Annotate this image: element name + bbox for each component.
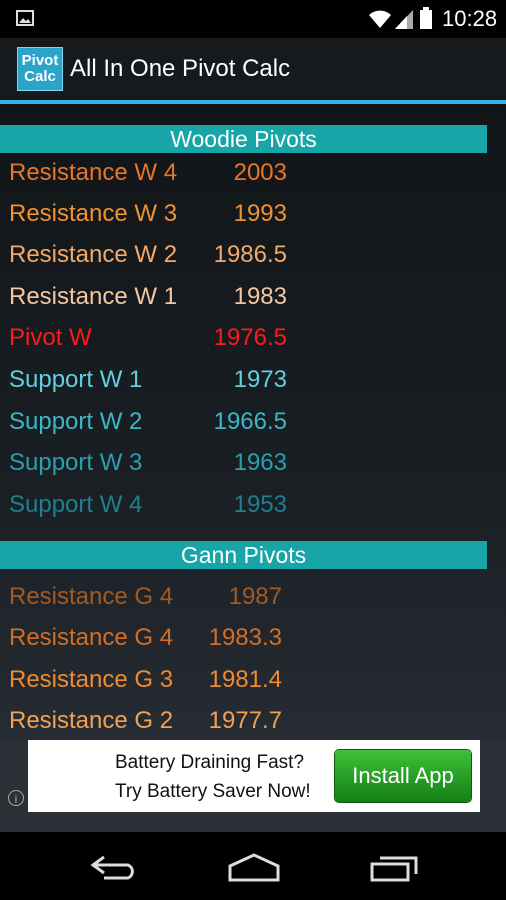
install-app-button[interactable]: Install App — [335, 750, 471, 802]
section-header-gann: Gann Pivots — [0, 541, 487, 569]
signal-icon — [395, 10, 413, 29]
row-label: Resistance G 4 — [9, 583, 174, 610]
list-item: Resistance G 4 1983.3 — [0, 624, 300, 664]
list-item: Resistance W 2 1986.5 — [0, 241, 300, 281]
ad-info-icon[interactable]: i — [8, 790, 24, 806]
pivot-list[interactable]: Woodie Pivots Resistance W 4 2003 Resist… — [0, 104, 506, 740]
list-item: Resistance G 4 1987 — [0, 583, 300, 623]
status-bar: 10:28 — [0, 0, 506, 38]
logo-line-2: Calc — [24, 68, 56, 85]
ad-banner: i Battery Draining Fast? Try Battery Sav… — [0, 740, 506, 832]
action-bar: Pivot Calc All In One Pivot Calc — [0, 38, 506, 104]
row-label: Resistance W 4 — [9, 159, 178, 186]
app-title: All In One Pivot Calc — [70, 55, 291, 82]
row-value: 1987 — [228, 583, 282, 610]
row-value: 1963 — [233, 449, 287, 476]
list-item: Support W 3 1963 — [0, 449, 300, 489]
list-item: Support W 1 1973 — [0, 366, 300, 406]
row-value: 1953 — [233, 491, 287, 518]
row-value: 1976.5 — [213, 324, 287, 351]
row-label: Resistance W 2 — [9, 241, 178, 268]
row-label: Resistance G 2 — [9, 707, 174, 734]
app-logo[interactable]: Pivot Calc — [17, 47, 63, 91]
row-value: 2003 — [233, 159, 287, 186]
list-item: Resistance G 2 1977.7 — [0, 707, 300, 740]
row-label: Resistance W 3 — [9, 200, 178, 227]
back-icon[interactable] — [90, 854, 138, 880]
list-item: Support W 2 1966.5 — [0, 408, 300, 448]
list-item: Resistance G 3 1981.4 — [0, 666, 300, 706]
list-item: Support W 4 1953 — [0, 491, 300, 531]
row-value: 1983 — [233, 283, 287, 310]
gallery-notification-icon — [16, 10, 34, 26]
ad-line-1: Battery Draining Fast? — [115, 752, 305, 773]
list-item: Pivot W 1976.5 — [0, 324, 300, 364]
home-icon[interactable] — [226, 852, 282, 882]
section-header-woodie: Woodie Pivots — [0, 125, 487, 153]
battery-icon — [420, 7, 432, 29]
row-label: Support W 3 — [9, 449, 143, 476]
list-item: Resistance W 3 1993 — [0, 200, 300, 240]
row-value: 1983.3 — [208, 624, 282, 651]
ad-content[interactable]: Battery Draining Fast? Try Battery Saver… — [28, 740, 480, 812]
row-label: Resistance G 3 — [9, 666, 174, 693]
navigation-bar — [0, 832, 506, 900]
list-item: Resistance W 1 1983 — [0, 283, 300, 323]
row-label: Resistance W 1 — [9, 283, 178, 310]
row-label: Pivot W — [9, 324, 92, 351]
row-label: Support W 1 — [9, 366, 143, 393]
ad-line-2: Try Battery Saver Now! — [115, 781, 311, 802]
row-label: Resistance G 4 — [9, 624, 174, 651]
row-value: 1973 — [233, 366, 287, 393]
logo-line-1: Pivot — [21, 52, 59, 69]
row-value: 1977.7 — [208, 707, 282, 734]
row-value: 1993 — [233, 200, 287, 227]
wifi-icon — [369, 10, 391, 28]
row-label: Support W 4 — [9, 491, 143, 518]
row-value: 1966.5 — [213, 408, 287, 435]
clock-time: 10:28 — [442, 6, 498, 31]
list-item: Resistance W 4 2003 — [0, 159, 300, 199]
row-value: 1986.5 — [213, 241, 287, 268]
row-value: 1981.4 — [208, 666, 282, 693]
row-label: Support W 2 — [9, 408, 143, 435]
recent-apps-icon[interactable] — [370, 854, 420, 882]
